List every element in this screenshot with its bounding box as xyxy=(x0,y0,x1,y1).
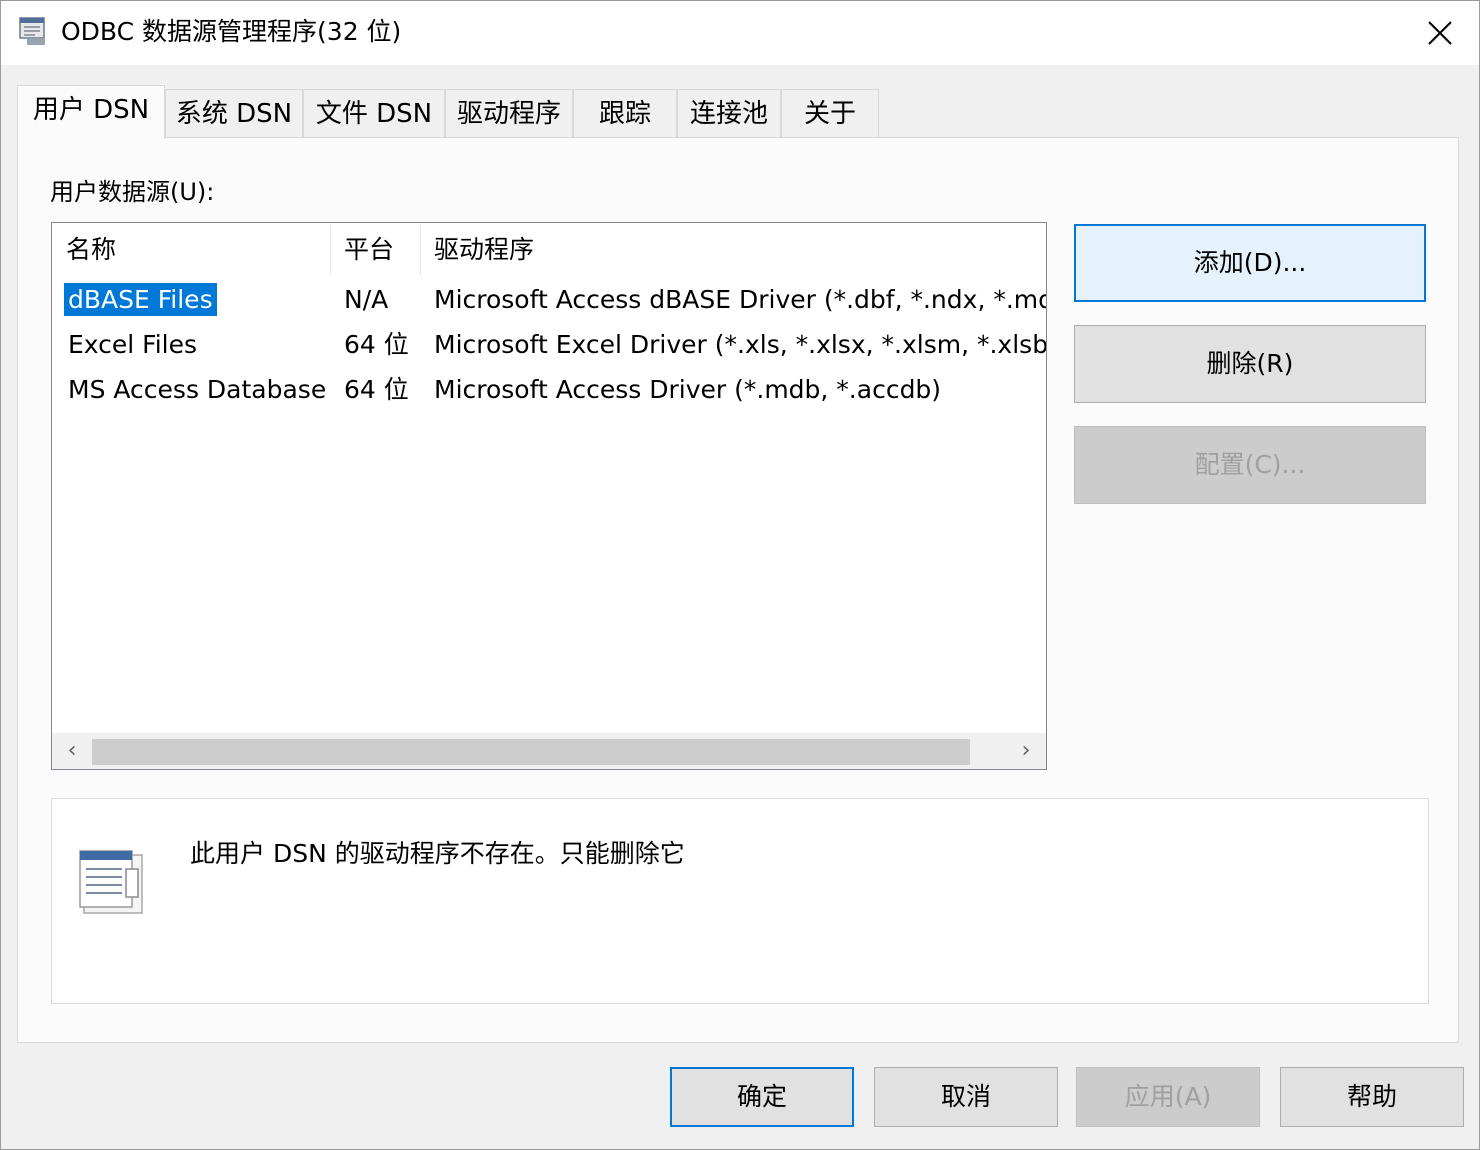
description-text: 此用户 DSN 的驱动程序不存在。只能删除它 xyxy=(190,839,685,868)
ok-button[interactable]: 确定 xyxy=(670,1067,854,1127)
row-driver: Microsoft Access dBASE Driver (*.dbf, *.… xyxy=(434,285,1047,314)
add-button[interactable]: 添加(D)... xyxy=(1074,224,1426,302)
column-header-name[interactable]: 名称 xyxy=(52,223,330,277)
odbc-app-icon xyxy=(19,17,45,45)
row-platform: 64 位 xyxy=(344,375,409,404)
list-row[interactable]: dBASE Files N/A Microsoft Access dBASE D… xyxy=(52,277,1046,322)
title-bar[interactable]: ODBC 数据源管理程序(32 位) xyxy=(1,1,1479,65)
remove-button[interactable]: 删除(R) xyxy=(1074,325,1426,403)
row-name: MS Access Database xyxy=(68,375,327,404)
tab-tracing[interactable]: 跟踪 xyxy=(573,89,677,137)
user-dsn-list[interactable]: 名称 平台 驱动程序 dBASE Files N/A Microsoft Acc… xyxy=(51,222,1047,770)
tab-drivers[interactable]: 驱动程序 xyxy=(445,89,573,137)
user-data-sources-label: 用户数据源(U): xyxy=(50,178,215,206)
horizontal-scrollbar[interactable]: ‹ › xyxy=(52,733,1046,769)
row-name-cell: dBASE Files xyxy=(63,277,218,322)
close-button[interactable] xyxy=(1401,1,1479,65)
user-dsn-panel: 用户数据源(U): 名称 平台 驱动程序 dBASE Files N/A Mic… xyxy=(17,137,1459,1043)
row-name: dBASE Files xyxy=(63,282,218,317)
apply-button: 应用(A) xyxy=(1076,1067,1260,1127)
close-icon xyxy=(1428,21,1452,45)
window-title: ODBC 数据源管理程序(32 位) xyxy=(61,17,402,46)
tab-connection-pooling[interactable]: 连接池 xyxy=(677,89,781,137)
column-header-platform[interactable]: 平台 xyxy=(330,223,420,277)
list-header: 名称 平台 驱动程序 xyxy=(52,223,1046,277)
scrollbar-thumb[interactable] xyxy=(92,739,970,765)
scroll-left-icon[interactable]: ‹ xyxy=(54,733,90,769)
list-row[interactable]: Excel Files 64 位 Microsoft Excel Driver … xyxy=(52,322,1046,367)
tab-file-dsn[interactable]: 文件 DSN xyxy=(303,89,445,137)
configure-button: 配置(C)... xyxy=(1074,426,1426,504)
description-box: 此用户 DSN 的驱动程序不存在。只能删除它 xyxy=(51,798,1429,1004)
row-name: Excel Files xyxy=(68,330,198,359)
odbc-dialog-window: ODBC 数据源管理程序(32 位) 用户 DSN 系统 DSN 文件 DSN … xyxy=(0,0,1480,1150)
row-driver: Microsoft Excel Driver (*.xls, *.xlsx, *… xyxy=(434,330,1047,359)
help-button[interactable]: 帮助 xyxy=(1280,1067,1464,1127)
data-source-icon xyxy=(79,850,143,914)
column-header-driver[interactable]: 驱动程序 xyxy=(420,223,1040,277)
row-platform: 64 位 xyxy=(344,330,409,359)
scroll-right-icon[interactable]: › xyxy=(1008,733,1044,769)
cancel-button[interactable]: 取消 xyxy=(874,1067,1058,1127)
tab-user-dsn[interactable]: 用户 DSN xyxy=(17,85,165,139)
tab-about[interactable]: 关于 xyxy=(781,89,879,137)
tab-system-dsn[interactable]: 系统 DSN xyxy=(165,89,303,137)
row-driver: Microsoft Access Driver (*.mdb, *.accdb) xyxy=(434,375,942,404)
list-row[interactable]: MS Access Database 64 位 Microsoft Access… xyxy=(52,367,1046,412)
row-platform: N/A xyxy=(344,285,389,314)
